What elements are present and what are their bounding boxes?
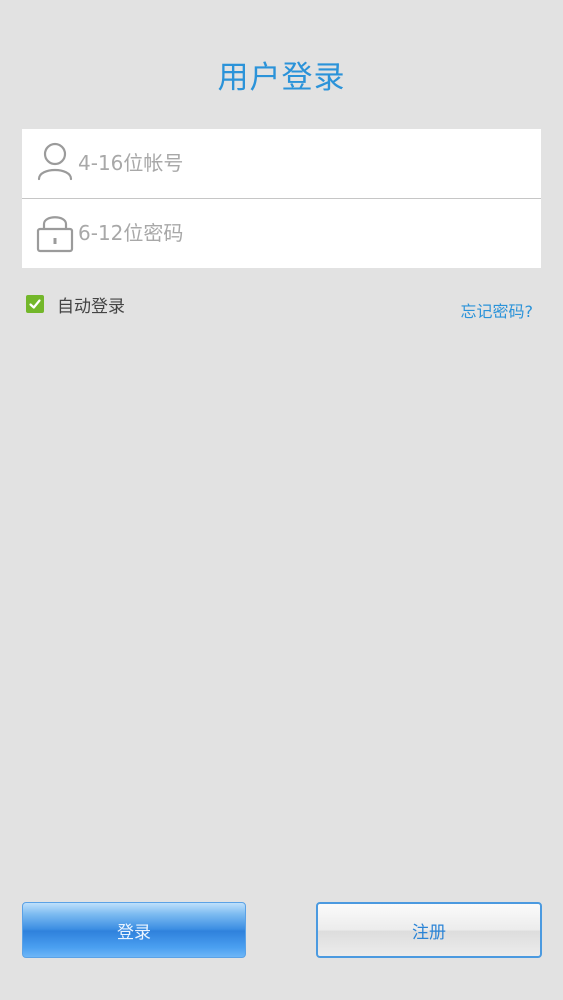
login-form: [22, 129, 541, 268]
register-button[interactable]: 注册: [316, 902, 542, 958]
lock-icon: [36, 211, 74, 255]
password-input[interactable]: [78, 212, 518, 254]
checkmark-icon: [29, 299, 41, 309]
auto-login-checkbox[interactable]: [26, 295, 44, 313]
auto-login-label: 自动登录: [57, 296, 125, 317]
username-field: [22, 129, 541, 198]
forgot-password-link[interactable]: 忘记密码?: [461, 298, 534, 322]
auto-login-option[interactable]: 自动登录: [26, 292, 125, 317]
username-input[interactable]: [78, 142, 518, 184]
page-title: 用户登录: [217, 60, 346, 96]
login-button[interactable]: 登录: [22, 902, 246, 958]
user-icon: [36, 141, 74, 185]
password-field: [22, 199, 541, 268]
